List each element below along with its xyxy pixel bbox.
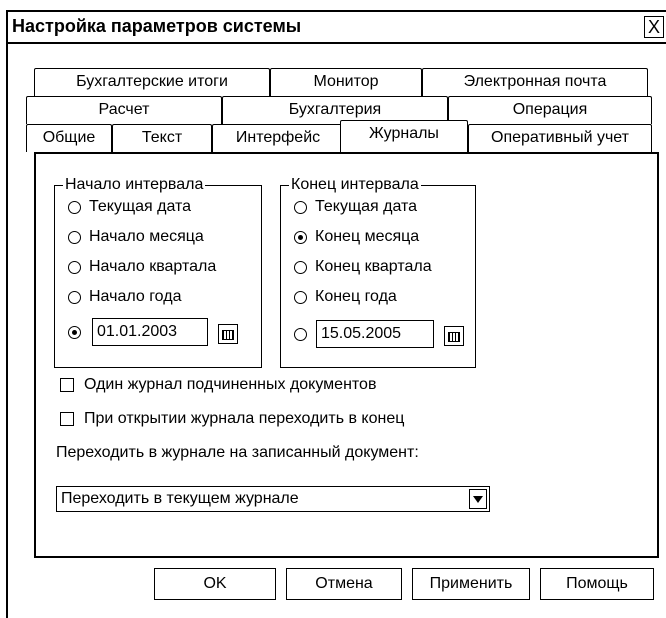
go-to-end-checkbox[interactable]: При открытии журнала переходить в конец <box>60 410 404 428</box>
start-current-date-option[interactable]: Текущая дата <box>68 198 191 216</box>
start-calendar-button[interactable] <box>218 324 238 344</box>
close-button[interactable]: X <box>644 16 664 38</box>
radio-icon <box>68 200 81 214</box>
interval-start-legend: Начало интервала <box>65 176 204 193</box>
end-current-date-option[interactable]: Текущая дата <box>294 198 417 216</box>
end-date-input[interactable]: 15.05.2005 <box>316 320 434 348</box>
checkbox-label: Один журнал подчиненных документов <box>84 376 377 393</box>
tab-operational-accounting[interactable]: Оперативный учет <box>468 124 652 152</box>
navigate-select[interactable]: Переходить в текущем журнале <box>56 486 490 512</box>
tab-interface[interactable]: Интерфейс <box>212 124 344 152</box>
start-custom-date-option[interactable] <box>68 326 89 339</box>
option-label: Начало года <box>89 288 182 305</box>
start-quarter-option[interactable]: Начало квартала <box>68 258 216 276</box>
apply-button[interactable]: Применить <box>412 568 530 600</box>
option-label: Текущая дата <box>315 198 418 215</box>
navigate-select-value: Переходить в текущем журнале <box>61 490 299 507</box>
window-title: Настройка параметров системы <box>12 16 302 36</box>
tab-operation[interactable]: Операция <box>448 96 652 124</box>
end-year-option[interactable]: Конец года <box>294 288 397 306</box>
tab-payroll[interactable]: Расчет <box>26 96 222 124</box>
option-label: Текущая дата <box>89 198 192 215</box>
radio-icon <box>294 200 307 214</box>
tab-general[interactable]: Общие <box>26 124 112 152</box>
tab-journals[interactable]: Журналы <box>340 120 468 152</box>
end-quarter-option[interactable]: Конец квартала <box>294 258 432 276</box>
option-label: Начало квартала <box>89 258 217 275</box>
cancel-button[interactable]: Отмена <box>286 568 402 600</box>
radio-icon <box>68 290 81 304</box>
option-label: Конец месяца <box>315 228 420 245</box>
tab-email[interactable]: Электронная почта <box>422 68 648 96</box>
end-month-option[interactable]: Конец месяца <box>294 228 419 246</box>
tab-monitor[interactable]: Монитор <box>270 68 422 96</box>
chevron-down-icon[interactable] <box>469 489 487 509</box>
help-button[interactable]: Помощь <box>540 568 654 600</box>
radio-icon <box>294 260 307 274</box>
title-bar: Настройка параметров системы X <box>8 12 666 44</box>
radio-icon <box>294 290 307 304</box>
checkbox-box <box>60 412 74 426</box>
radio-selected-icon <box>68 326 81 339</box>
tab-accounting-totals[interactable]: Бухгалтерские итоги <box>34 68 270 96</box>
settings-dialog: Настройка параметров системы X Бухгалтер… <box>6 10 666 618</box>
calendar-icon <box>222 330 234 340</box>
checkbox-label: При открытии журнала переходить в конец <box>84 410 405 427</box>
option-label: Конец года <box>315 288 397 305</box>
radio-selected-icon <box>294 230 307 244</box>
ok-button[interactable]: OK <box>154 568 276 600</box>
radio-icon <box>68 260 81 274</box>
option-label: Начало месяца <box>89 228 204 245</box>
option-label: Конец квартала <box>315 258 432 275</box>
start-date-input[interactable]: 01.01.2003 <box>92 318 208 346</box>
start-month-option[interactable]: Начало месяца <box>68 228 204 246</box>
radio-icon <box>294 328 307 341</box>
end-calendar-button[interactable] <box>444 326 464 346</box>
start-year-option[interactable]: Начало года <box>68 288 181 306</box>
radio-icon <box>68 230 81 244</box>
tab-text[interactable]: Текст <box>112 124 212 152</box>
one-journal-checkbox[interactable]: Один журнал подчиненных документов <box>60 376 376 394</box>
end-custom-date-option[interactable] <box>294 328 315 341</box>
calendar-icon <box>448 332 460 342</box>
checkbox-box <box>60 378 74 392</box>
interval-end-legend: Конец интервала <box>291 176 419 193</box>
navigate-label: Переходить в журнале на записанный докум… <box>56 444 419 461</box>
